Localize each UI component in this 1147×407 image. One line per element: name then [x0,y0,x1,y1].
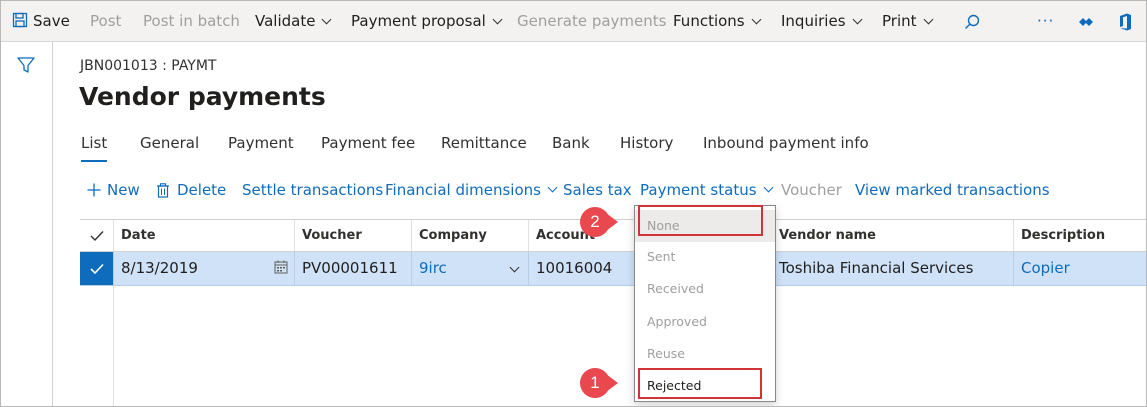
app-window: Save Post Post in batch Validate Payment… [0,0,1147,407]
filter-button[interactable] [16,55,36,75]
column-header-vendor-name[interactable]: Vendor name [771,220,1014,251]
office-icon [1120,13,1131,30]
chevron-down-icon [322,14,332,25]
validate-menu[interactable]: Validate [255,1,332,42]
table-row[interactable]: 8/13/2019 PV00001611 9irc 10016004 Toshi… [80,252,1146,286]
breadcrumb: JBN001013 : PAYMT [80,58,217,74]
voucher-button[interactable]: Voucher [781,181,842,199]
tab-history[interactable]: History [620,134,673,152]
chevron-down-icon [492,14,503,25]
page-title: Vendor payments [79,82,326,111]
tab-remittance[interactable]: Remittance [441,134,527,152]
more-options-button[interactable]: ··· [1037,1,1054,42]
chevron-down-icon [852,14,862,25]
post-in-batch-button[interactable]: Post in batch [143,1,240,42]
tab-payment[interactable]: Payment [228,134,294,152]
functions-menu[interactable]: Functions [673,1,762,42]
status-option-received[interactable]: Received [635,273,775,305]
date-value: 8/13/2019 [121,259,198,277]
voucher-cell[interactable]: PV00001611 [294,252,411,285]
date-cell[interactable]: 8/13/2019 [113,252,294,285]
trash-icon [157,182,169,198]
calendar-icon[interactable] [274,260,288,274]
tab-inbound-payment-info[interactable]: Inbound payment info [703,134,869,152]
power-apps-button[interactable] [1075,1,1097,42]
column-header-company[interactable]: Company [411,220,529,251]
inquiries-menu[interactable]: Inquiries [781,1,862,42]
chevron-down-icon [751,14,762,25]
column-header-description[interactable]: Description [1013,220,1146,251]
status-option-rejected[interactable]: Rejected [635,370,775,402]
payment-status-menu[interactable]: Payment status [640,181,773,199]
status-option-none[interactable]: None [635,210,775,242]
description-cell[interactable]: Copier [1013,252,1146,285]
column-divider [113,286,114,406]
vendor-name-cell[interactable]: Toshiba Financial Services [771,252,1013,285]
row-checkbox[interactable] [80,252,113,285]
plus-icon [87,183,101,197]
payment-status-label: Payment status [640,181,757,199]
power-apps-icon [1079,17,1093,26]
chevron-down-icon [923,14,933,25]
generate-payments-button[interactable]: Generate payments [517,1,666,42]
checkmark-icon [90,230,104,241]
post-button[interactable]: Post [90,1,121,42]
save-button[interactable]: Save [12,1,70,42]
new-label: New [107,181,140,199]
new-button[interactable]: New [87,181,140,199]
functions-label: Functions [673,12,745,30]
view-marked-transactions-button[interactable]: View marked transactions [855,181,1050,199]
financial-dimensions-label: Financial dimensions [385,181,541,199]
status-option-reuse[interactable]: Reuse [635,338,775,370]
sales-tax-button[interactable]: Sales tax [563,181,632,199]
search-icon [965,14,980,29]
column-header-voucher[interactable]: Voucher [294,220,412,251]
validate-label: Validate [255,12,316,30]
checkmark-icon [89,263,104,274]
settle-transactions-button[interactable]: Settle transactions [242,181,383,199]
financial-dimensions-menu[interactable]: Financial dimensions [385,181,558,199]
payment-status-dropdown: None Sent Received Approved Reuse Reject… [634,205,776,402]
save-label: Save [33,12,70,30]
status-option-sent[interactable]: Sent [635,241,775,273]
tab-list[interactable]: List [81,134,108,162]
delete-button[interactable]: Delete [156,181,226,199]
action-bar: Save Post Post in batch Validate Payment… [1,1,1146,42]
chevron-down-icon [547,182,558,192]
tab-bank[interactable]: Bank [552,134,590,152]
callout-number: 2 [580,207,610,237]
filter-rail [1,42,53,406]
save-icon [12,12,28,28]
company-value: 9irc [419,259,447,277]
chevron-down-icon [763,182,773,192]
company-cell[interactable]: 9irc [411,252,528,285]
column-header-date[interactable]: Date [113,220,300,251]
tab-general[interactable]: General [140,134,199,152]
status-option-approved[interactable]: Approved [635,306,775,338]
search-button[interactable] [961,1,983,42]
payment-proposal-label: Payment proposal [351,12,486,30]
select-all-checkbox[interactable] [80,220,113,251]
filter-icon [17,57,35,73]
office-button[interactable] [1114,1,1136,42]
delete-label: Delete [177,181,227,199]
chevron-down-icon[interactable] [509,262,520,273]
print-label: Print [882,12,917,30]
tab-payment-fee[interactable]: Payment fee [321,134,415,152]
print-menu[interactable]: Print [882,1,933,42]
callout-number: 1 [580,368,610,398]
payment-proposal-menu[interactable]: Payment proposal [351,1,503,42]
inquiries-label: Inquiries [781,12,846,30]
